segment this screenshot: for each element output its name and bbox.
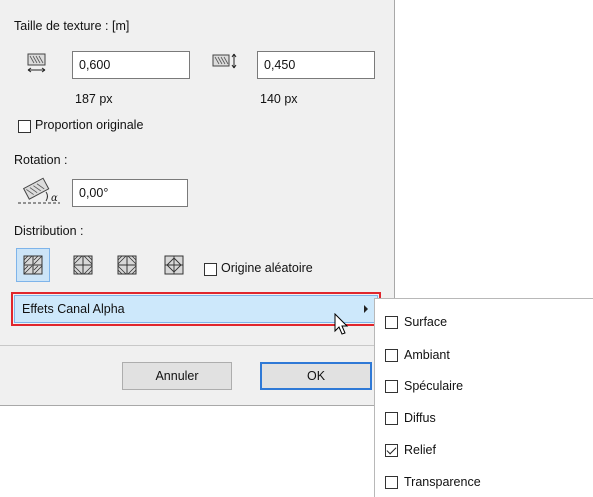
- distribution-pattern-1-icon: [23, 255, 43, 275]
- mouse-pointer-icon: [334, 313, 349, 335]
- distribution-pattern-2-button[interactable]: [66, 248, 100, 282]
- diffus-checkbox[interactable]: [385, 412, 398, 425]
- distribution-pattern-4-icon: [164, 255, 184, 275]
- texture-height-input[interactable]: 0,450: [257, 51, 375, 79]
- texture-width-pixels: 187 px: [75, 92, 113, 106]
- random-origin-checkbox[interactable]: [204, 263, 217, 276]
- texture-width-input[interactable]: 0,600: [72, 51, 190, 79]
- speculaire-label: Spéculaire: [404, 379, 464, 393]
- surface-checkbox[interactable]: [385, 316, 398, 329]
- svg-text:α: α: [51, 193, 58, 204]
- relief-label: Relief: [404, 443, 436, 457]
- texture-settings-panel: Taille de texture : [m] 0,600 0,450 187 …: [0, 0, 395, 406]
- diffus-label: Diffus: [404, 411, 436, 425]
- relief-checkbox[interactable]: [385, 444, 398, 457]
- submenu-arrow-icon: [364, 305, 368, 313]
- proportion-label: Proportion originale: [35, 118, 144, 132]
- rotation-angle-icon: α: [18, 177, 60, 204]
- alpha-channel-effects-menu-item[interactable]: Effets Canal Alpha: [11, 292, 381, 326]
- speculaire-checkbox[interactable]: [385, 380, 398, 393]
- texture-height-pixels: 140 px: [260, 92, 298, 106]
- ambiant-checkbox[interactable]: [385, 349, 398, 362]
- random-origin-label: Origine aléatoire: [221, 261, 313, 275]
- ok-button[interactable]: OK: [260, 362, 372, 390]
- texture-size-title: Taille de texture : [m]: [14, 19, 130, 33]
- alpha-channel-submenu: Surface Ambiant Spéculaire Diffus Relief…: [374, 298, 593, 497]
- surface-label: Surface: [404, 315, 448, 329]
- cancel-button[interactable]: Annuler: [122, 362, 232, 390]
- distribution-title: Distribution :: [14, 224, 84, 238]
- divider: [0, 345, 395, 346]
- rotation-title: Rotation :: [14, 153, 68, 167]
- ambiant-label: Ambiant: [404, 348, 450, 362]
- distribution-pattern-3-button[interactable]: [110, 248, 144, 282]
- alpha-channel-effects-label: Effets Canal Alpha: [22, 302, 125, 316]
- distribution-pattern-3-icon: [117, 255, 137, 275]
- distribution-pattern-2-icon: [73, 255, 93, 275]
- distribution-pattern-1-button[interactable]: [16, 248, 50, 282]
- texture-height-icon: [212, 53, 237, 69]
- transparence-label: Transparence: [404, 475, 481, 489]
- texture-width-icon: [27, 53, 46, 73]
- distribution-pattern-4-button[interactable]: [157, 248, 191, 282]
- transparence-checkbox[interactable]: [385, 476, 398, 489]
- rotation-input[interactable]: 0,00°: [72, 179, 188, 207]
- proportion-checkbox[interactable]: [18, 120, 31, 133]
